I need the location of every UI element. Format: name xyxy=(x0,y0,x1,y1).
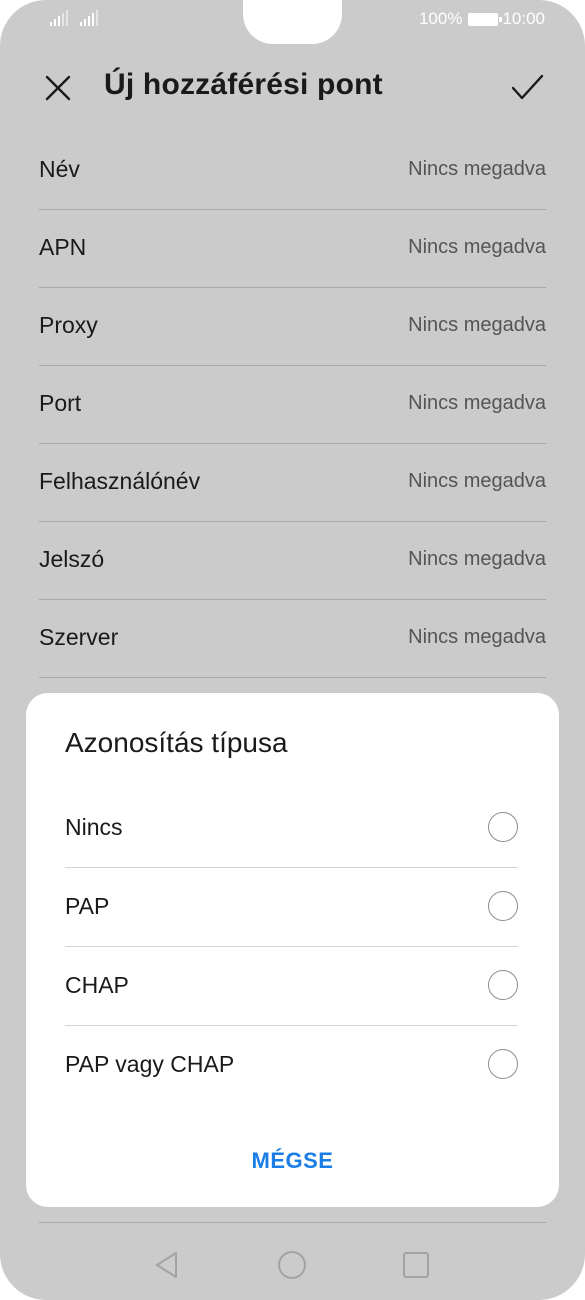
field-label: Port xyxy=(39,390,82,416)
navigation-bar xyxy=(0,1236,585,1296)
signal-strength-icon xyxy=(50,10,68,26)
field-value: Nincs megadva xyxy=(408,236,546,258)
field-label: Proxy xyxy=(39,312,98,338)
battery-percent: 100% xyxy=(418,9,463,28)
radio-button[interactable] xyxy=(488,891,518,921)
field-label: Név xyxy=(39,156,80,182)
field-label: Felhasználónév xyxy=(39,468,201,494)
option-label: PAP vagy CHAP xyxy=(65,1051,235,1077)
clock: 10:00 xyxy=(502,9,545,28)
field-row-username[interactable]: Felhasználónév Nincs megadva xyxy=(39,444,546,522)
field-value: Nincs megadva xyxy=(408,314,546,336)
check-icon[interactable] xyxy=(509,70,545,106)
option-pap[interactable]: PAP xyxy=(65,868,518,947)
option-none[interactable]: Nincs xyxy=(65,789,518,868)
page-title: Új hozzáférési pont xyxy=(104,68,383,101)
signal-strength-icon xyxy=(80,10,98,26)
divider xyxy=(39,1222,546,1223)
field-row-proxy[interactable]: Proxy Nincs megadva xyxy=(39,288,546,366)
phone-screen: 100% 10:00 Új hozzáférési pont Név Nincs… xyxy=(0,0,585,1300)
recents-square-icon[interactable] xyxy=(401,1250,431,1280)
radio-button[interactable] xyxy=(488,970,518,1000)
cancel-button[interactable]: MÉGSE xyxy=(26,1148,559,1174)
field-value: Nincs megadva xyxy=(408,392,546,414)
status-bar: 100% 10:00 xyxy=(0,0,585,40)
option-label: PAP xyxy=(65,893,110,919)
option-label: CHAP xyxy=(65,972,129,998)
field-value: Nincs megadva xyxy=(408,158,546,180)
field-row-name[interactable]: Név Nincs megadva xyxy=(39,132,546,210)
back-triangle-icon[interactable] xyxy=(152,1250,182,1280)
field-value: Nincs megadva xyxy=(408,548,546,570)
field-row-port[interactable]: Port Nincs megadva xyxy=(39,366,546,444)
option-pap-or-chap[interactable]: PAP vagy CHAP xyxy=(65,1026,518,1104)
app-bar: Új hozzáférési pont xyxy=(0,58,585,118)
field-row-server[interactable]: Szerver Nincs megadva xyxy=(39,600,546,678)
auth-type-options: Nincs PAP CHAP PAP vagy CHAP xyxy=(65,789,518,1104)
apn-field-list: Név Nincs megadva APN Nincs megadva Prox… xyxy=(39,132,546,678)
field-value: Nincs megadva xyxy=(408,626,546,648)
field-label: Szerver xyxy=(39,624,119,650)
field-row-apn[interactable]: APN Nincs megadva xyxy=(39,210,546,288)
radio-button[interactable] xyxy=(488,812,518,842)
auth-type-dialog: Azonosítás típusa Nincs PAP CHAP PAP vag… xyxy=(26,693,559,1207)
field-label: APN xyxy=(39,234,87,260)
status-right: 100% 10:00 xyxy=(419,9,545,29)
option-chap[interactable]: CHAP xyxy=(65,947,518,1026)
field-row-password[interactable]: Jelszó Nincs megadva xyxy=(39,522,546,600)
field-value: Nincs megadva xyxy=(408,470,546,492)
field-label: Jelszó xyxy=(39,546,105,572)
dialog-title: Azonosítás típusa xyxy=(65,727,288,758)
battery-icon xyxy=(468,12,503,26)
option-label: Nincs xyxy=(65,814,123,840)
radio-button[interactable] xyxy=(488,1049,518,1079)
close-icon[interactable] xyxy=(40,70,76,106)
home-circle-icon[interactable] xyxy=(277,1250,307,1280)
